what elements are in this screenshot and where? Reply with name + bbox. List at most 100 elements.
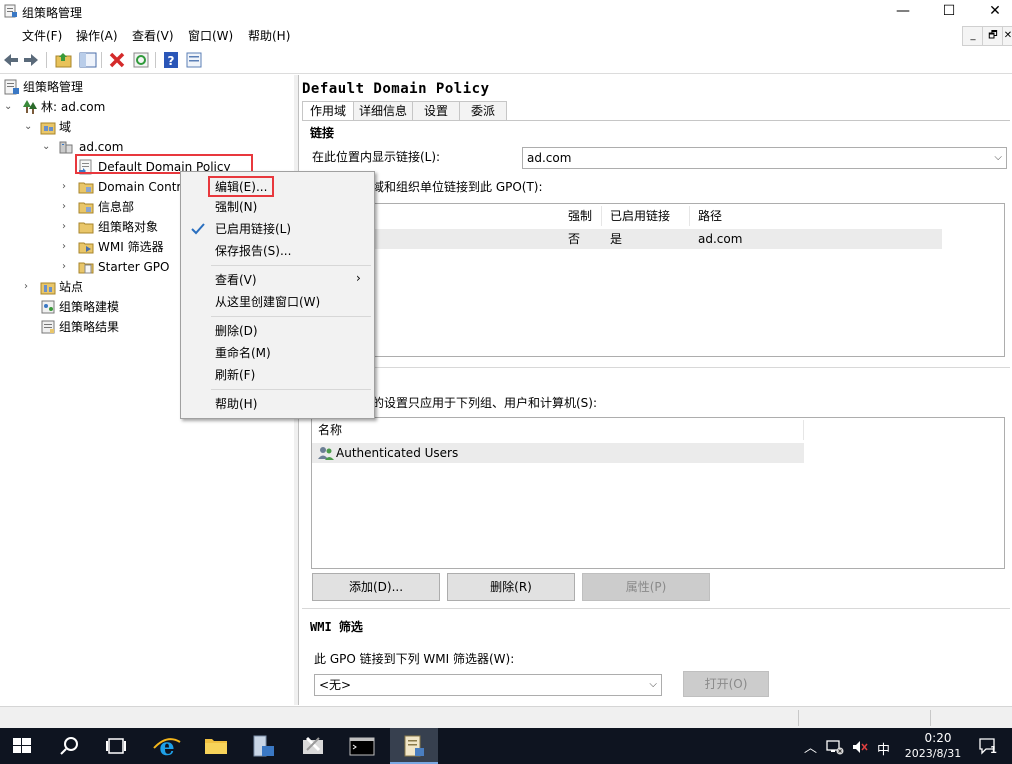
forward-arrow-icon[interactable]: [21, 50, 41, 70]
command-prompt-icon[interactable]: [338, 728, 386, 764]
context-menu-delete[interactable]: 删除(D): [215, 321, 258, 341]
links-location-combo[interactable]: ad.com ⌵: [522, 147, 1007, 169]
add-button[interactable]: 添加(D)...: [312, 573, 440, 601]
chevron-down-icon: ⌵: [649, 679, 657, 690]
minimize-button[interactable]: —: [880, 0, 926, 23]
mdi-close-button[interactable]: ✕: [1002, 26, 1012, 46]
context-menu-link-enabled[interactable]: 已启用链接(L): [215, 219, 291, 239]
menu-action[interactable]: 操作(A): [76, 27, 118, 44]
toolbar-separator: [101, 52, 102, 68]
col-header-enforced[interactable]: 强制: [562, 206, 602, 226]
col-header-name[interactable]: 名称: [312, 420, 804, 440]
security-desc: 的设置只应用于下列组、用户和计算机(S):: [372, 396, 598, 410]
context-menu-view[interactable]: 查看(V): [215, 270, 257, 290]
maximize-button[interactable]: ☐: [926, 0, 972, 23]
tab-scope[interactable]: 作用域: [302, 101, 354, 121]
context-menu-rename[interactable]: 重命名(M): [215, 343, 271, 363]
user-group-icon: [318, 447, 334, 460]
expanded-chevron-icon[interactable]: ⌄: [4, 102, 14, 112]
volume-muted-icon[interactable]: [851, 739, 869, 755]
expanded-chevron-icon[interactable]: ⌄: [24, 122, 34, 132]
menu-bar: 文件(F) 操作(A) 查看(V) 窗口(W) 帮助(H): [0, 24, 1012, 46]
security-filter-list[interactable]: 名称 Authenticated Users: [311, 417, 1005, 569]
task-view-icon[interactable]: [92, 728, 140, 764]
clock-date[interactable]: 2023/8/31: [898, 747, 968, 760]
close-button[interactable]: ✕: [972, 0, 1012, 23]
properties-icon[interactable]: [184, 50, 204, 70]
tab-details[interactable]: 详细信息: [353, 101, 413, 120]
internet-explorer-icon[interactable]: e: [143, 728, 191, 764]
file-explorer-icon[interactable]: [192, 728, 240, 764]
mdi-restore-button[interactable]: 🗗: [982, 26, 1004, 46]
folder-icon: [78, 222, 94, 234]
delete-icon[interactable]: [107, 50, 127, 70]
up-folder-icon[interactable]: [54, 50, 74, 70]
scope-tab-content: 链接 在此位置内显示链接(L): ad.com ⌵ 域和组织单位链接到此 GPO…: [302, 120, 1010, 706]
checkmark-icon: [191, 223, 205, 235]
links-list[interactable]: 强制 已启用链接 路径 n 否 是 ad.com: [311, 203, 1005, 357]
back-arrow-icon[interactable]: [1, 50, 21, 70]
collapsed-chevron-icon[interactable]: ›: [62, 222, 72, 232]
wmi-filter-combo[interactable]: <无> ⌵: [314, 674, 662, 696]
network-icon[interactable]: [826, 739, 844, 755]
context-menu-save-report[interactable]: 保存报告(S)...: [215, 241, 291, 261]
collapsed-chevron-icon[interactable]: ›: [62, 262, 72, 272]
menu-separator: [211, 265, 371, 266]
menu-separator: [211, 389, 371, 390]
tree-label: 组策略对象: [98, 220, 159, 234]
col-header-path[interactable]: 路径: [692, 206, 812, 226]
table-row[interactable]: n 否 是 ad.com: [312, 229, 942, 249]
status-divider: [798, 710, 799, 726]
open-wmi-button[interactable]: 打开(O): [683, 671, 769, 697]
forest-icon: [23, 100, 37, 114]
col-header-link-enabled[interactable]: 已启用链接: [604, 206, 690, 226]
ime-indicator[interactable]: 中: [877, 739, 890, 758]
status-bar: [0, 706, 1012, 729]
collapsed-chevron-icon[interactable]: ›: [62, 182, 72, 192]
search-icon[interactable]: [46, 728, 94, 764]
details-pane: Default Domain Policy 作用域 详细信息 设置 委派 链接 …: [299, 75, 1012, 705]
server-manager-icon[interactable]: [240, 728, 288, 764]
windows-start-icon[interactable]: [0, 728, 48, 764]
show-hide-tree-icon[interactable]: [78, 50, 98, 70]
collapsed-chevron-icon[interactable]: ›: [62, 242, 72, 252]
mdi-minimize-button[interactable]: _: [962, 26, 984, 46]
tab-settings[interactable]: 设置: [412, 101, 460, 120]
expanded-chevron-icon[interactable]: ⌄: [42, 142, 52, 152]
tray-expand-chevron-icon[interactable]: ︿: [804, 737, 817, 756]
menu-help[interactable]: 帮助(H): [248, 27, 290, 44]
cell-enforced: 否: [568, 232, 581, 246]
properties-button[interactable]: 属性(P): [582, 573, 710, 601]
context-menu-enforce[interactable]: 强制(N): [215, 197, 257, 217]
context-menu-help[interactable]: 帮助(H): [215, 394, 257, 414]
collapsed-chevron-icon[interactable]: ›: [62, 202, 72, 212]
ou-folder-icon: [78, 202, 94, 214]
gpmc-taskbar-button[interactable]: [390, 728, 438, 764]
highlight-box: [208, 176, 274, 197]
help-icon[interactable]: ?: [161, 50, 181, 70]
context-menu-refresh[interactable]: 刷新(F): [215, 365, 255, 385]
table-row[interactable]: Authenticated Users: [312, 443, 804, 463]
menu-view[interactable]: 查看(V): [132, 27, 174, 44]
admin-tools-icon[interactable]: [289, 728, 337, 764]
clock-time[interactable]: 0:20: [916, 731, 960, 745]
cell-principal: Authenticated Users: [336, 446, 459, 460]
refresh-icon[interactable]: [131, 50, 151, 70]
window-title: 组策略管理: [22, 6, 83, 20]
gpmc-icon: [4, 79, 19, 95]
tab-delegation[interactable]: 委派: [459, 101, 507, 120]
collapsed-chevron-icon[interactable]: ›: [24, 282, 34, 292]
wmi-filter-value: <无>: [319, 678, 352, 692]
starter-gpo-icon: [78, 262, 94, 274]
menu-window[interactable]: 窗口(W): [188, 27, 233, 44]
remove-button[interactable]: 删除(R): [447, 573, 575, 601]
tree-label: 组策略结果: [59, 320, 120, 334]
taskbar: e ︿ 中 0:20 2023/8/31 1: [0, 728, 1012, 764]
tree-label: Domain Contr: [98, 180, 182, 194]
menu-file[interactable]: 文件(F): [22, 27, 62, 44]
links-desc: 域和组织单位链接到此 GPO(T):: [372, 180, 543, 194]
tree-label: 林: ad.com: [41, 100, 106, 114]
context-menu-new-window[interactable]: 从这里创建窗口(W): [215, 292, 320, 312]
chevron-down-icon: ⌵: [994, 152, 1002, 163]
tree-label: 信息部: [98, 200, 135, 214]
